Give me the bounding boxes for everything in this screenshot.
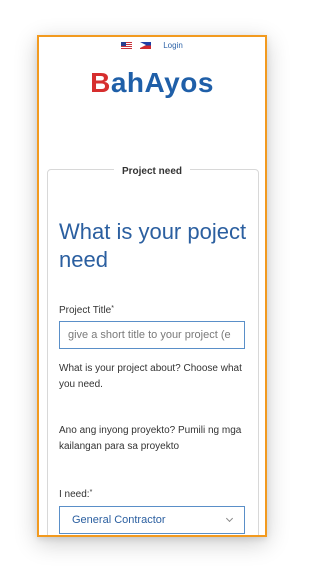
need-label-text: I need: xyxy=(59,489,90,500)
bahayos-logo[interactable]: BahAyos xyxy=(39,67,265,99)
project-title-label-text: Project Title xyxy=(59,305,112,316)
required-mark: * xyxy=(89,489,93,496)
logo-first-letter: B xyxy=(90,67,111,98)
us-flag-icon[interactable] xyxy=(121,41,133,49)
top-bar: Login xyxy=(39,37,265,53)
project-title-input[interactable] xyxy=(59,321,245,349)
required-mark: * xyxy=(111,305,114,312)
need-label: I need:* xyxy=(59,489,92,500)
logo-rest: ahAyos xyxy=(110,67,214,98)
chevron-down-icon xyxy=(225,514,234,523)
about-text-tagalog: Ano ang inyong proyekto? Pumili ng mga k… xyxy=(59,425,242,452)
ph-flag-icon[interactable] xyxy=(140,41,152,49)
mobile-frame: Login BahAyos Project need What is your … xyxy=(37,35,267,537)
project-title-label: Project Title* xyxy=(59,305,114,316)
need-select-value: General Contractor xyxy=(72,514,166,526)
need-select[interactable]: General Contractor xyxy=(59,506,245,534)
fieldset-legend: Project need xyxy=(39,161,265,179)
login-link[interactable]: Login xyxy=(163,41,183,50)
about-text-english: What is your project about? Choose what … xyxy=(59,363,242,390)
page-heading: What is your poject need xyxy=(59,219,247,272)
legend-text: Project need xyxy=(113,166,191,177)
